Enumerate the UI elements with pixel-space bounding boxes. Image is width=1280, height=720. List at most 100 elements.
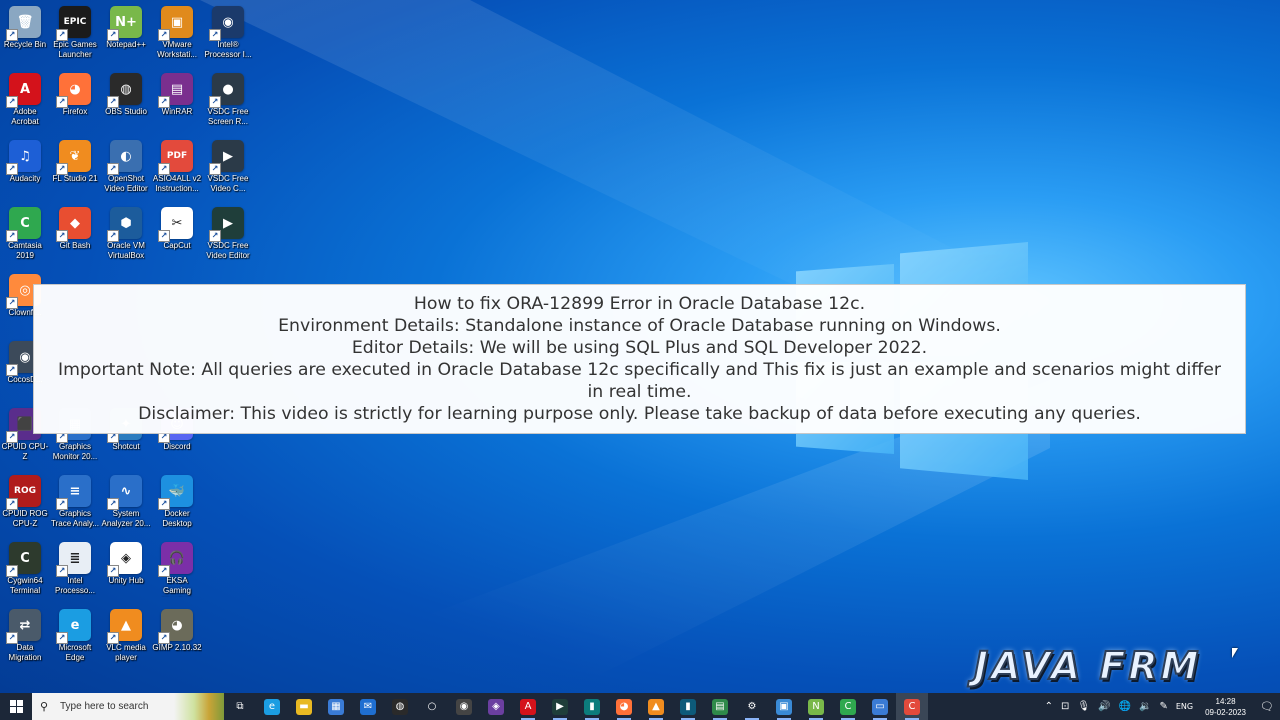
desktop-shortcut-label: Intel Processo... — [54, 576, 95, 595]
video-caption-overlay: How to fix ORA-12899 Error in Oracle Dat… — [33, 284, 1246, 434]
taskbar-button[interactable]: ○ — [416, 693, 448, 720]
rog-cpu-z-icon: ROG — [6, 475, 41, 510]
desktop-shortcut[interactable]: ◐OpenShot Video Editor — [101, 136, 151, 194]
desktop-shortcut[interactable]: ◉Intel® Processor I... — [203, 2, 253, 60]
taskbar-button[interactable]: ✉ — [352, 693, 384, 720]
desktop-shortcut[interactable]: ●VSDC Free Screen R... — [203, 69, 253, 127]
firefox-icon: ◕ — [616, 698, 632, 715]
taskbar-button[interactable]: ◍ — [384, 693, 416, 720]
taskbar-button[interactable]: ▮ — [672, 693, 704, 720]
desktop-shortcut[interactable]: ▣VMware Workstati... — [152, 2, 202, 60]
taskbar-button[interactable]: ⧉ — [224, 693, 256, 720]
recycle-bin-icon: 🗑 — [6, 6, 41, 41]
taskbar-button[interactable]: ▶ — [544, 693, 576, 720]
speaker-icon[interactable]: 🔉 — [1135, 701, 1155, 712]
desktop-shortcut[interactable]: AAdobe Acrobat — [0, 69, 50, 127]
taskbar-button[interactable]: ▣ — [768, 693, 800, 720]
taskbar-button[interactable]: N — [800, 693, 832, 720]
desktop-shortcut-label: VSDC Free Video C... — [207, 174, 249, 193]
git-bash-icon: ◆ — [56, 207, 91, 242]
desktop-shortcut[interactable]: ⬢Oracle VM VirtualBox — [101, 203, 151, 261]
virtualbox-icon: ⬢ — [107, 207, 142, 242]
taskbar-button[interactable]: ◈ — [480, 693, 512, 720]
desktop-shortcut[interactable]: EPICEpic Games Launcher — [50, 2, 100, 60]
desktop-shortcut[interactable]: ≣Intel Processo... — [50, 538, 100, 596]
desktop-shortcut-label: ASIO4ALL v2 Instruction... — [152, 174, 202, 193]
search-placeholder: Type here to search — [60, 701, 149, 712]
desktop-shortcut[interactable]: CCygwin64 Terminal — [0, 538, 50, 596]
desktop-shortcut[interactable]: PDFASIO4ALL v2 Instruction... — [152, 136, 202, 194]
desktop-shortcut[interactable]: 🗑Recycle Bin — [0, 2, 50, 50]
desktop-shortcut[interactable]: ⇄Data Migration — [0, 605, 50, 663]
taskbar-button[interactable]: ▬ — [288, 693, 320, 720]
desktop-shortcut-label: VSDC Free Screen R... — [207, 107, 249, 126]
microphone-icon[interactable]: 🎙 — [1073, 701, 1094, 712]
notification-center-button[interactable]: 🗨 — [1254, 693, 1280, 720]
desktop-shortcut[interactable]: ▶VSDC Free Video Editor — [203, 203, 253, 261]
desktop-shortcut-label: EKSA Gaming Headset — [162, 576, 192, 597]
channel-watermark: JAVA FRM — [973, 643, 1202, 689]
desktop-shortcut-label: Recycle Bin — [3, 40, 47, 49]
chevron-up-icon[interactable]: ⌃ — [1041, 701, 1057, 712]
desktop-shortcut-label: Epic Games Launcher — [53, 40, 97, 59]
taskbar-button[interactable]: ▲ — [640, 693, 672, 720]
desktop-shortcut[interactable]: eMicrosoft Edge — [50, 605, 100, 663]
vsdc-screen-recorder-icon: ● — [209, 73, 244, 108]
start-button[interactable] — [0, 693, 32, 720]
taskbar-button[interactable]: ▮ — [576, 693, 608, 720]
desktop-shortcut[interactable]: ≡Graphics Trace Analy... — [50, 471, 100, 529]
desktop-shortcut[interactable]: ❦FL Studio 21 — [50, 136, 100, 184]
language-indicator[interactable]: ENG — [1172, 702, 1197, 711]
network-device-icon[interactable]: ⊡ — [1057, 701, 1073, 712]
desktop-shortcut-label: Oracle VM VirtualBox — [107, 241, 145, 260]
taskbar-search-box[interactable]: ⚲ Type here to search — [32, 693, 224, 720]
clock[interactable]: 14:28 09-02-2023 — [1197, 696, 1254, 718]
desktop-shortcut[interactable]: ◈Unity Hub — [101, 538, 151, 586]
cygwin-terminal-icon: C — [6, 542, 41, 577]
openshot-icon: ◐ — [107, 140, 142, 175]
desktop-shortcut-label: Graphics Monitor 20... — [52, 442, 98, 461]
taskbar-button[interactable]: C — [896, 693, 928, 720]
clock-time: 14:28 — [1215, 696, 1236, 706]
desktop-shortcut[interactable]: ▶VSDC Free Video C... — [203, 136, 253, 194]
desktop-shortcut[interactable]: ∿System Analyzer 20... — [101, 471, 151, 529]
taskbar-button[interactable]: ◉ — [448, 693, 480, 720]
intel-processor-icon: ◉ — [209, 6, 244, 41]
epic-games-icon: EPIC — [56, 6, 91, 41]
desktop-shortcut[interactable]: ◕GIMP 2.10.32 — [152, 605, 202, 653]
desktop-shortcut[interactable]: CCamtasia 2019 — [0, 203, 50, 261]
microsoft-store-icon: ▦ — [328, 698, 344, 715]
desktop-shortcut-label: Discord — [163, 442, 191, 451]
caption-line: Disclaimer: This video is strictly for l… — [138, 404, 1141, 424]
taskbar-button[interactable]: ▦ — [320, 693, 352, 720]
taskbar-button[interactable]: A — [512, 693, 544, 720]
caption-line: in real time. — [587, 382, 692, 402]
desktop-shortcut[interactable]: ROGCPUID ROG CPU-Z — [0, 471, 50, 529]
winrar-icon: ▤ — [158, 73, 193, 108]
adobe-acrobat-icon: A — [6, 73, 41, 108]
taskbar-button[interactable]: ▭ — [864, 693, 896, 720]
taskbar-button[interactable]: C — [832, 693, 864, 720]
desktop-shortcut[interactable]: N+Notepad++ — [101, 2, 151, 50]
camtasia-recorder-icon: C — [904, 698, 920, 715]
desktop-shortcut[interactable]: ◆Git Bash — [50, 203, 100, 251]
taskbar-button[interactable]: ▤ — [704, 693, 736, 720]
desktop-shortcut[interactable]: ▤WinRAR — [152, 69, 202, 117]
desktop-shortcut[interactable]: ◍OBS Studio — [101, 69, 151, 117]
desktop-shortcut[interactable]: ▲VLC media player — [101, 605, 151, 663]
desktop-shortcut[interactable]: ✂CapCut — [152, 203, 202, 251]
desktop-shortcut-label: VMware Workstati... — [157, 40, 197, 59]
pen-icon[interactable]: ✎ — [1155, 701, 1171, 712]
desktop-shortcut[interactable]: ♫Audacity — [0, 136, 50, 184]
intel-document-icon: ≣ — [56, 542, 91, 577]
taskbar-button[interactable]: ⚙ — [736, 693, 768, 720]
desktop-shortcut[interactable]: ◕Firefox — [50, 69, 100, 117]
taskbar-button[interactable]: ◕ — [608, 693, 640, 720]
taskbar-button[interactable]: e — [256, 693, 288, 720]
desktop-shortcut[interactable]: 🐳Docker Desktop — [152, 471, 202, 529]
caption-line: Environment Details: Standalone instance… — [278, 316, 1001, 336]
vlc-icon: ▲ — [648, 698, 664, 715]
globe-network-icon[interactable]: 🌐 — [1115, 701, 1135, 712]
desktop-shortcut[interactable]: 🎧EKSA Gaming Headset — [152, 538, 202, 597]
volume-icon[interactable]: 🔊 — [1094, 701, 1114, 712]
